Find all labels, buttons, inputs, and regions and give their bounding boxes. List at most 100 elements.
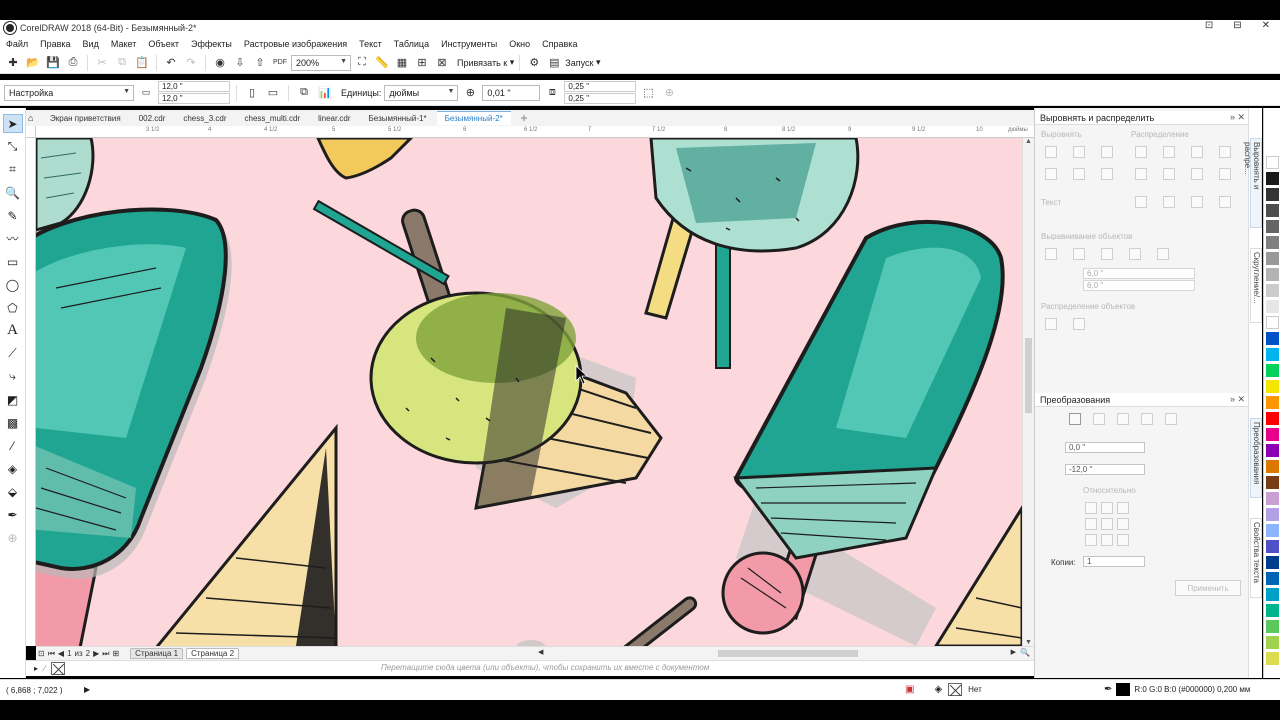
artistic-media-tool-icon[interactable]: 〰 xyxy=(3,229,23,248)
text-bbox-icon[interactable] xyxy=(1219,196,1231,208)
outline-pen-tool-icon[interactable]: ✒ xyxy=(3,505,23,524)
transparency-tool-icon[interactable]: ▩ xyxy=(3,413,23,432)
open-icon[interactable]: 📂 xyxy=(24,54,42,72)
menu-layout[interactable]: Макет xyxy=(111,39,136,49)
dimension-tool-icon[interactable]: ⟋ xyxy=(3,344,23,363)
anchor-bottom-right-icon[interactable] xyxy=(1117,534,1129,546)
add-page-icon[interactable]: ⊞ xyxy=(112,649,119,658)
relative-checkbox-label[interactable]: Относительно xyxy=(1083,486,1136,495)
anchor-top-left-icon[interactable] xyxy=(1085,502,1097,514)
scroll-up-icon[interactable]: ▲ xyxy=(1025,138,1032,145)
undo-icon[interactable]: ↶ xyxy=(162,54,180,72)
vtab-transformations[interactable]: Преобразования xyxy=(1250,418,1262,498)
horizontal-ruler[interactable]: 3 1/2 4 4 1/2 5 5 1/2 6 6 1/2 7 7 1/2 8 … xyxy=(36,126,1034,138)
palette-swatch[interactable] xyxy=(1266,300,1279,313)
full-screen-preview-icon[interactable]: ⛶ xyxy=(353,54,371,72)
doc-tab[interactable]: chess_multi.cdr xyxy=(237,112,309,125)
restore-window-icon[interactable]: ⊡ xyxy=(1205,20,1213,31)
all-pages-icon[interactable]: ⧉ xyxy=(295,84,313,102)
smart-fill-tool-icon[interactable]: ⬙ xyxy=(3,482,23,501)
minimize-window-icon[interactable]: ⊟ xyxy=(1233,20,1241,31)
copy-icon[interactable]: ⧉ xyxy=(113,54,131,72)
distribute-vspacing-icon[interactable] xyxy=(1219,168,1231,180)
current-page-icon[interactable]: 📊 xyxy=(316,84,334,102)
menu-table[interactable]: Таблица xyxy=(394,39,429,49)
align-center-h-icon[interactable] xyxy=(1073,146,1085,158)
align-page-edge-icon[interactable] xyxy=(1101,248,1113,260)
anchor-bottom-left-icon[interactable] xyxy=(1085,534,1097,546)
anchor-middle-left-icon[interactable] xyxy=(1085,518,1097,530)
document-palette[interactable]: ▸ ⁄ Перетащите сюда цвета (или объекты),… xyxy=(26,660,1034,676)
align-y-field[interactable]: 6,0 " xyxy=(1083,280,1195,291)
ruler-origin[interactable] xyxy=(26,126,36,138)
palette-swatch[interactable] xyxy=(1266,476,1279,489)
align-active-object-icon[interactable] xyxy=(1045,248,1057,260)
palette-swatch[interactable] xyxy=(1266,156,1279,169)
interactive-fill-tool-icon[interactable]: ◈ xyxy=(3,459,23,478)
text-align-first-icon[interactable] xyxy=(1135,196,1147,208)
palette-swatch[interactable] xyxy=(1266,588,1279,601)
freehand-tool-icon[interactable]: ✎ xyxy=(3,206,23,225)
page-tab-active[interactable]: Страница 2 xyxy=(186,648,240,659)
scrollbar-thumb[interactable] xyxy=(1025,338,1032,413)
page-tab[interactable]: Страница 1 xyxy=(130,648,184,659)
distribute-left-icon[interactable] xyxy=(1135,146,1147,158)
page-width-field[interactable]: 12,0 " xyxy=(158,81,230,92)
teal-popsicle-left[interactable] xyxy=(36,207,232,646)
align-left-icon[interactable] xyxy=(1045,146,1057,158)
first-page-icon[interactable]: ⏮ xyxy=(48,649,55,659)
palette-swatch[interactable] xyxy=(1266,492,1279,505)
palette-swatch[interactable] xyxy=(1266,508,1279,521)
show-rulers-icon[interactable]: 📏 xyxy=(373,54,391,72)
palette-swatch[interactable] xyxy=(1266,252,1279,265)
distribute-extent-icon[interactable] xyxy=(1045,318,1057,330)
position-transform-icon[interactable] xyxy=(1069,413,1081,425)
align-specified-point-icon[interactable] xyxy=(1157,248,1169,260)
next-page-icon[interactable]: ▶ xyxy=(93,649,99,658)
palette-swatch[interactable] xyxy=(1266,204,1279,217)
anchor-center-icon[interactable] xyxy=(1101,518,1113,530)
distribute-center-icon[interactable] xyxy=(1163,146,1175,158)
new-tab-icon[interactable]: ✚ xyxy=(513,112,536,125)
palette-swatch[interactable] xyxy=(1266,316,1279,329)
align-center-v-icon[interactable] xyxy=(1073,168,1085,180)
duplicate-x-field[interactable]: 0,25 " xyxy=(564,81,637,92)
add-icon[interactable]: ⊕ xyxy=(660,84,678,102)
pick-tool-icon[interactable]: ➤ xyxy=(2,114,23,133)
scroll-down-icon[interactable]: ▼ xyxy=(1025,639,1032,646)
scroll-right-icon[interactable]: ▶ xyxy=(1011,648,1016,656)
menu-view[interactable]: Вид xyxy=(83,39,99,49)
portrait-icon[interactable]: ▯ xyxy=(243,84,261,102)
palette-swatch[interactable] xyxy=(1266,620,1279,633)
landscape-icon[interactable]: ▭ xyxy=(264,84,282,102)
vtab-text-properties[interactable]: Свойства текста xyxy=(1250,518,1262,598)
eyedropper-tool-icon[interactable]: ⁄ xyxy=(3,436,23,455)
distribute-top-icon[interactable] xyxy=(1135,168,1147,180)
palette-swatch[interactable] xyxy=(1266,556,1279,569)
waffle-cone-bottomright[interactable] xyxy=(934,505,1022,646)
palette-swatch[interactable] xyxy=(1266,604,1279,617)
show-guidelines-icon[interactable]: ⊞ xyxy=(413,54,431,72)
anchor-bottom-center-icon[interactable] xyxy=(1101,534,1113,546)
palette-swatch[interactable] xyxy=(1266,220,1279,233)
anchor-middle-right-icon[interactable] xyxy=(1117,518,1129,530)
teal-popsicle-right[interactable] xyxy=(721,219,1005,646)
scrollbar-thumb[interactable] xyxy=(718,650,858,657)
doc-tab[interactable]: Безымянный-1* xyxy=(361,112,435,125)
export-icon[interactable]: ⇧ xyxy=(251,54,269,72)
menu-file[interactable]: Файл xyxy=(6,39,28,49)
publish-pdf-icon[interactable]: PDF xyxy=(271,54,289,72)
menu-window[interactable]: Окно xyxy=(509,39,530,49)
connector-tool-icon[interactable]: ⤷ xyxy=(3,367,23,386)
docker-close-icon[interactable]: » ✕ xyxy=(1230,394,1245,405)
search-content-icon[interactable]: ◉ xyxy=(211,54,229,72)
align-selection-edges-icon[interactable] xyxy=(1073,248,1085,260)
new-document-icon[interactable]: ✚ xyxy=(4,54,22,72)
doc-tab[interactable]: 002.cdr xyxy=(131,112,174,125)
palette-swatch[interactable] xyxy=(1266,572,1279,585)
nudge-distance-field[interactable]: 0,01 " xyxy=(482,84,541,101)
zoom-to-page-icon[interactable]: 🔍 xyxy=(1020,648,1030,657)
crop-tool-icon[interactable]: ⌗ xyxy=(3,160,23,179)
units-combo[interactable]: дюймы ▼ xyxy=(384,84,459,101)
palette-swatch[interactable] xyxy=(1266,396,1279,409)
